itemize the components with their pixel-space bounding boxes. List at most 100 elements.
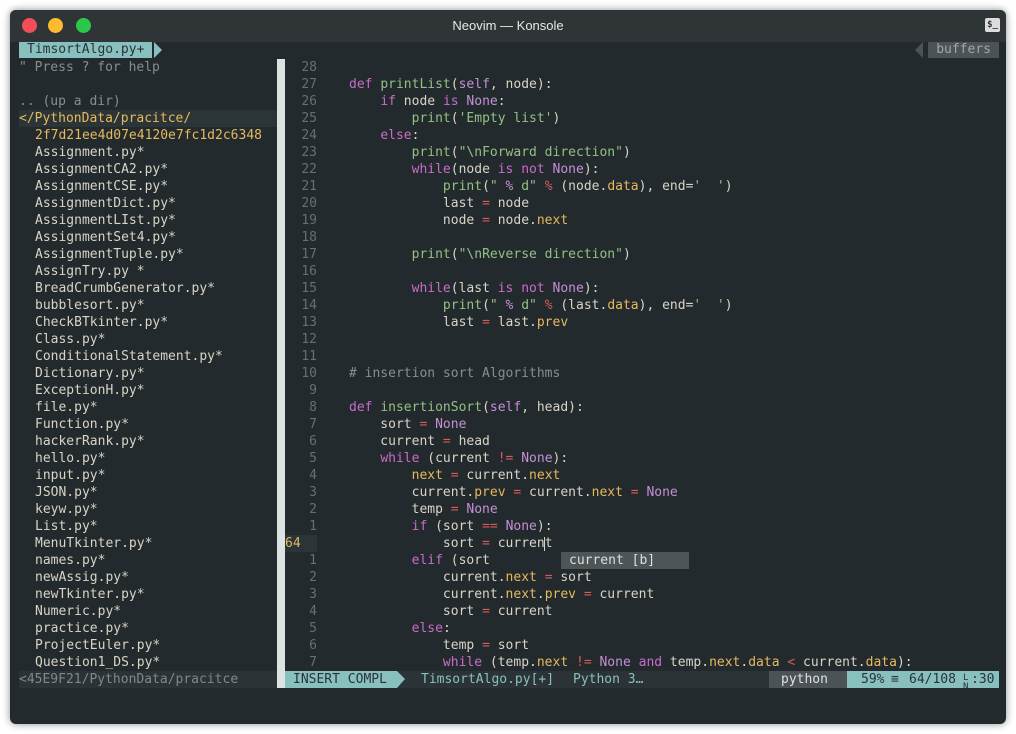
code-line: while(node is not None): xyxy=(411,162,600,177)
code-line: if (sort == None): xyxy=(411,519,553,534)
line-number: 17 xyxy=(301,247,317,262)
command-line[interactable] xyxy=(19,688,999,722)
line-number: 26 xyxy=(301,94,317,109)
file-item[interactable]: input.py* xyxy=(35,467,105,484)
code-line: if node is None: xyxy=(380,94,506,109)
completion-popup[interactable]: current [b] xyxy=(561,552,689,569)
file-item[interactable]: practice.py* xyxy=(35,620,129,637)
line-number: 18 xyxy=(301,230,317,245)
terminal-area[interactable]: TimsortAlgo.py+ buffers " Press ? for he… xyxy=(19,42,999,722)
file-item[interactable]: BreadCrumbGenerator.py* xyxy=(35,280,215,297)
code-line: last = node xyxy=(349,196,530,211)
line-number: 15 xyxy=(301,281,317,296)
file-item[interactable]: keyw.py* xyxy=(35,501,98,518)
status-filetype: python xyxy=(769,671,847,688)
code-line: else: xyxy=(411,621,451,636)
title-bar: Neovim — Konsole $_ xyxy=(10,10,1006,42)
status-file: TimsortAlgo.py[+] xyxy=(421,672,555,687)
line-number: 6 xyxy=(309,638,317,653)
file-explorer: " Press ? for help .. (up a dir) </Pytho… xyxy=(19,59,277,671)
file-item[interactable]: CheckBTkinter.py* xyxy=(35,314,168,331)
code-line: while (current != None): xyxy=(380,451,569,466)
file-item[interactable]: hackerRank.py* xyxy=(35,433,145,450)
file-item[interactable]: Dictionary.py* xyxy=(35,365,145,382)
code-line: current = head xyxy=(349,434,490,449)
line-number: 10 xyxy=(301,366,317,381)
buffer-line: TimsortAlgo.py+ buffers xyxy=(19,42,999,59)
file-item[interactable]: Class.py* xyxy=(35,331,105,348)
buffers-label[interactable]: buffers xyxy=(928,42,999,58)
line-number: 19 xyxy=(301,213,317,228)
file-item[interactable]: 2f7d21ee4d07e4120e7fc1d2c6348 xyxy=(35,127,262,144)
code-line: node = node.next xyxy=(349,213,569,228)
file-item[interactable]: ExceptionH.py* xyxy=(35,382,145,399)
explorer-path: <45E9F21/PythonData/pracitce xyxy=(19,671,277,688)
text-cursor xyxy=(543,536,545,551)
line-number: 13 xyxy=(301,315,317,330)
code-line: print("\nForward direction") xyxy=(411,145,631,160)
line-number: 16 xyxy=(301,264,317,279)
up-dir-item[interactable]: .. (up a dir) xyxy=(19,93,121,110)
line-number: 5 xyxy=(309,451,317,466)
code-line: else: xyxy=(380,128,420,143)
file-item[interactable]: AssignmentTuple.py* xyxy=(35,246,184,263)
file-item[interactable]: newAssig.py* xyxy=(35,569,129,586)
code-line: sort = None xyxy=(349,417,467,432)
code-line: temp = sort xyxy=(349,638,530,653)
code-line: current.next.prev = current xyxy=(349,587,655,602)
line-number: 22 xyxy=(301,162,317,177)
line-number: 21 xyxy=(301,179,317,194)
file-item[interactable]: file.py* xyxy=(35,399,98,416)
file-item[interactable]: Question1_DS.py* xyxy=(35,654,160,671)
file-item[interactable]: Assignment.py* xyxy=(35,144,145,161)
line-number: 20 xyxy=(301,196,317,211)
explorer-help: " Press ? for help xyxy=(19,60,160,75)
file-item[interactable]: newTkinter.py* xyxy=(35,586,145,603)
line-number: 1 xyxy=(309,519,317,534)
file-item[interactable]: MenuTkinter.py* xyxy=(35,535,152,552)
terminal-icon[interactable]: $_ xyxy=(985,18,1000,32)
code-line: print('Empty list') xyxy=(411,111,561,126)
code-editor[interactable]: 28 27 26 25 24 23 22 21 20 19 18 17 16 15 14 13 12 11 10 9 8… xyxy=(285,59,999,671)
file-item[interactable]: AssignmentSet4.py* xyxy=(35,229,176,246)
file-item[interactable]: AssignmentDict.py* xyxy=(35,195,176,212)
file-item[interactable]: JSON.py* xyxy=(35,484,98,501)
file-item[interactable]: Function.py* xyxy=(35,416,129,433)
active-buffer-tab[interactable]: TimsortAlgo.py+ xyxy=(19,42,153,58)
code-line: print(" % d" % (last.data), end=' ') xyxy=(442,298,733,313)
current-dir[interactable]: </PythonData/pracitce/ xyxy=(19,110,277,127)
file-item[interactable]: AssignmentLIst.py* xyxy=(35,212,176,229)
line-number: 6 xyxy=(309,434,317,449)
file-item[interactable]: bubblesort.py* xyxy=(35,297,145,314)
buffers-arrow xyxy=(915,42,923,58)
file-item[interactable]: AssignmentCA2.py* xyxy=(35,161,168,178)
line-number: 3 xyxy=(309,587,317,602)
file-item[interactable]: hello.py* xyxy=(35,450,105,467)
code-line: # insertion sort Algorithms xyxy=(349,366,561,381)
file-item[interactable]: names.py* xyxy=(35,552,105,569)
line-number: 24 xyxy=(301,128,317,143)
tab-arrow xyxy=(154,42,162,58)
code-line: elif (sort .data):current [b] xyxy=(349,552,689,569)
line-number: 25 xyxy=(301,111,317,126)
status-column: :30 xyxy=(971,672,995,687)
status-line: <45E9F21/PythonData/pracitce INSERT COMP… xyxy=(19,671,999,692)
file-item[interactable]: AssignmentCSE.py* xyxy=(35,178,168,195)
file-item[interactable]: AssignTry.py * xyxy=(35,263,145,280)
file-item[interactable]: List.py* xyxy=(35,518,98,535)
split-divider-status xyxy=(277,671,285,688)
status-filetype-info: Python 3… xyxy=(573,672,644,687)
line-number: 2 xyxy=(309,502,317,517)
code-line: next = current.next xyxy=(411,468,561,483)
line-number: 27 xyxy=(301,77,317,92)
line-number: 4 xyxy=(309,468,317,483)
split-divider[interactable] xyxy=(277,59,285,671)
file-item[interactable]: Numeric.py* xyxy=(35,603,121,620)
file-item[interactable]: ProjectEuler.py* xyxy=(35,637,160,654)
line-number: 2 xyxy=(309,570,317,585)
file-item[interactable]: ConditionalStatement.py* xyxy=(35,348,223,365)
mode-arrow xyxy=(397,671,405,688)
line-number: 7 xyxy=(309,417,317,432)
line-number: 12 xyxy=(301,332,317,347)
code-line: print(" % d" % (node.data), end=' ') xyxy=(442,179,733,194)
